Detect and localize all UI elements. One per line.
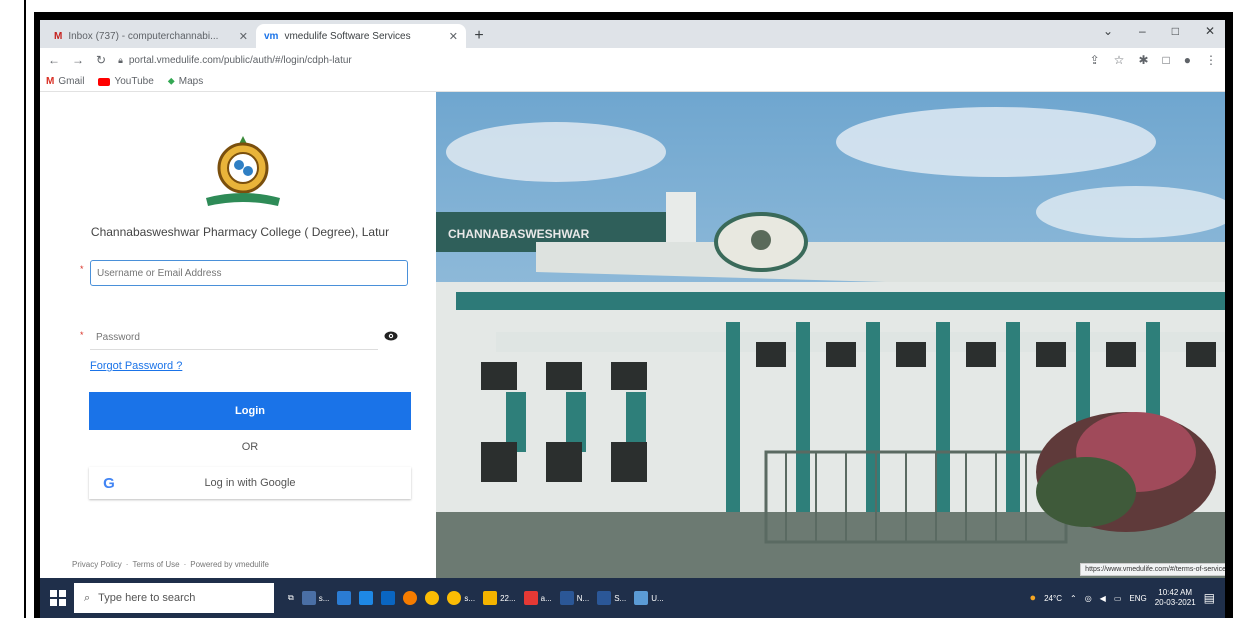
extensions-icon[interactable]: ✱ [1138,53,1148,67]
status-bar-url: https://www.vmedulife.com/#/terms-of-ser… [1080,563,1225,576]
gmail-icon: M [54,30,63,42]
notification-icon[interactable]: ▤ [1204,591,1215,605]
star-icon[interactable]: ☆ [1114,53,1125,67]
youtube-icon [98,77,111,86]
bookmark-gmail[interactable]: M Gmail [46,76,84,87]
close-tab-icon[interactable]: ✕ [449,30,458,43]
browser-window: M Inbox (737) - computerchannabi... ✕ vm… [40,20,1225,618]
footer-links: Privacy Policy · Terms of Use · Powered … [72,560,269,569]
taskbar-app[interactable]: s... [301,591,329,605]
google-login-button[interactable]: G Log in with Google [89,467,411,499]
taskbar-app[interactable] [425,591,440,605]
terms-of-use-link[interactable]: Terms of Use [132,560,179,569]
bookmark-label: Maps [178,76,204,87]
taskbar-app[interactable]: S... [597,591,626,605]
windows-start-icon[interactable] [50,590,66,606]
bookmark-maps[interactable]: ⬥ Maps [168,76,203,87]
battery-icon[interactable]: ▭ [1114,594,1122,603]
tab-vmedulife[interactable]: vm vmedulife Software Services ✕ [256,24,466,48]
taskbar-app[interactable] [403,591,418,605]
show-password-eye-icon[interactable] [384,330,398,342]
college-logo [206,136,280,206]
required-mark: * [80,330,84,340]
google-login-label: Log in with Google [204,477,296,489]
reload-icon[interactable]: ↻ [96,53,106,67]
footer-separator: · [183,560,187,569]
chevron-down-icon[interactable]: ⌄ [1103,24,1113,38]
tab-gmail[interactable]: M Inbox (737) - computerchannabi... ✕ [46,24,256,48]
footer-separator: · [125,560,129,569]
toolbar-icons: ⇪ ☆ ✱ □ ● ⋮ [1090,53,1217,67]
college-name: Channabasweshwar Pharmacy College ( Degr… [90,225,390,239]
profile-avatar-icon[interactable]: ● [1184,53,1191,67]
taskbar-app[interactable] [337,591,352,605]
bookmark-youtube[interactable]: YouTube [98,76,154,87]
privacy-policy-link[interactable]: Privacy Policy [72,560,122,569]
taskbar-app[interactable] [359,591,374,605]
vmedulife-icon: vm [264,30,279,42]
bookmarks-bar: M Gmail YouTube ⬥ Maps [40,72,1225,92]
maps-icon: ⬥ [167,76,175,87]
taskbar-app[interactable]: N... [559,591,589,605]
weather-sun-icon: ● [1029,592,1037,604]
minimize-button[interactable]: – [1139,24,1146,38]
bookmark-label: YouTube [114,76,154,87]
or-divider: OR [241,441,259,453]
login-button[interactable]: Login [89,392,411,430]
taskbar-search[interactable]: ⌕ Type here to search [74,583,274,613]
taskbar-apps: ⧉ s... s... 22... a... N... S... U... [288,591,664,605]
bookmark-label: Gmail [58,76,85,87]
lock-icon[interactable]: 🔒︎ [118,55,123,66]
taskbar-app[interactable]: 22... [483,591,516,605]
google-icon: G [103,474,115,492]
page-margin-top [26,0,1233,12]
address-bar[interactable]: 🔒︎ portal.vmedulife.com/public/auth/#/lo… [118,51,1078,69]
taskbar-search-placeholder: Type here to search [98,592,196,604]
url-text: portal.vmedulife.com/public/auth/#/login… [128,54,352,66]
login-panel: Channabasweshwar Pharmacy College ( Degr… [40,92,435,578]
clock-time: 10:42 AM [1158,588,1193,597]
gmail-icon: M [46,76,55,87]
taskbar-app[interactable] [381,591,396,605]
tab-search-icon[interactable]: □ [1163,53,1170,67]
clock-date: 20-03-2021 [1154,598,1196,607]
windows-taskbar: ⌕ Type here to search ⧉ s... s... 22... … [40,578,1225,618]
screenshot-frame: M Inbox (737) - computerchannabi... ✕ vm… [34,12,1233,618]
tab-title: vmedulife Software Services [284,30,411,42]
task-view-icon[interactable]: ⧉ [288,593,294,603]
back-arrow-icon[interactable]: ← [48,53,60,67]
campus-photo: CHANNABASWESHWAR https://www.vmedulife.c… [436,92,1225,578]
taskbar-app[interactable]: U... [634,591,664,605]
required-mark: * [80,264,84,274]
weather-temp[interactable]: 24°C [1044,594,1062,603]
clock[interactable]: 10:42 AM 20-03-2021 [1155,588,1196,608]
search-icon: ⌕ [84,591,91,604]
chevron-up-icon[interactable]: ⌃ [1070,594,1077,603]
new-tab-button[interactable]: + [466,24,492,48]
forward-arrow-icon[interactable]: → [72,53,84,67]
share-icon[interactable]: ⇪ [1090,53,1100,67]
taskbar-app[interactable]: s... [447,591,475,605]
building-sign-text: CHANNABASWESHWAR [448,227,590,241]
menu-dots-icon[interactable]: ⋮ [1205,53,1217,67]
tab-strip: M Inbox (737) - computerchannabi... ✕ vm… [40,20,1225,48]
page-margin-left [0,0,26,618]
system-tray: ● 24°C ⌃ ◎ ◀︎ ▭ ENG 10:42 AM 20-03-2021 … [1029,578,1215,618]
taskbar-app[interactable]: a... [523,591,552,605]
forgot-password-link[interactable]: Forgot Password ? [90,360,182,372]
username-field[interactable] [90,260,408,286]
password-field[interactable] [90,326,378,350]
close-window-button[interactable]: ✕ [1205,24,1215,38]
maximize-button[interactable]: □ [1172,24,1179,38]
volume-icon[interactable]: ◀︎ [1100,594,1106,603]
close-tab-icon[interactable]: ✕ [239,30,248,43]
browser-toolbar: ← → ↻ 🔒︎ portal.vmedulife.com/public/aut… [40,48,1225,72]
college-building-illustration: CHANNABASWESHWAR [436,92,1225,578]
window-controls: ⌄ – □ ✕ [1103,24,1215,38]
network-icon[interactable]: ◎ [1085,594,1092,603]
language-indicator[interactable]: ENG [1129,594,1146,603]
tab-title: Inbox (737) - computerchannabi... [68,30,219,42]
powered-by-link[interactable]: Powered by vmedulife [190,560,269,569]
